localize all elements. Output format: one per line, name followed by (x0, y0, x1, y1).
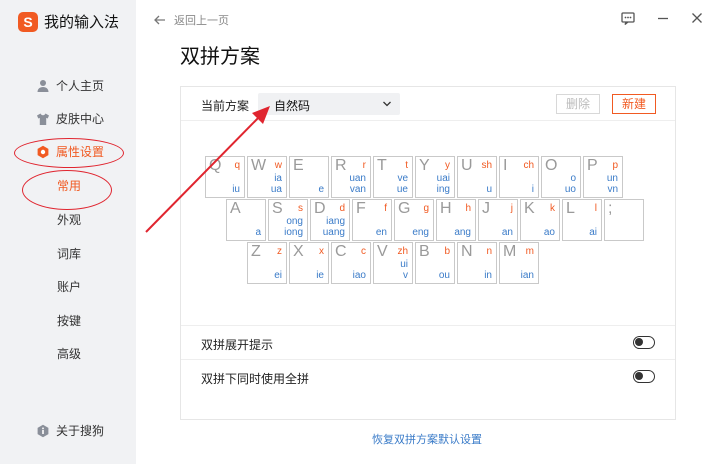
annotation-arrow (145, 106, 270, 233)
